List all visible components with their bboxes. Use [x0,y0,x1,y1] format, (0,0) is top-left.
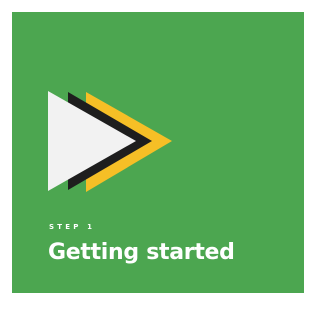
getting-started-card[interactable]: STEP 1 Getting started [12,12,304,293]
play-triangles-icon [48,78,178,193]
step-label: STEP 1 [49,223,96,231]
card-title: Getting started [48,240,235,265]
